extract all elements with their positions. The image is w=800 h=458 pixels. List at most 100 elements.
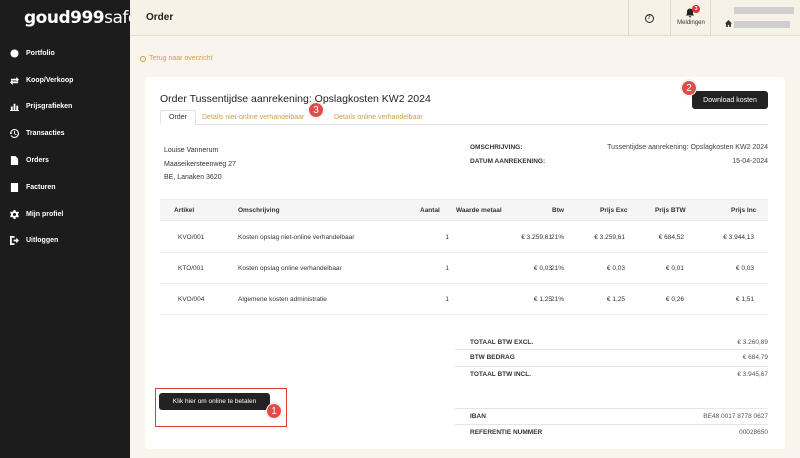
logo[interactable]: goud999safe [0, 0, 138, 36]
user-menu[interactable] [720, 0, 800, 36]
sidebar-item-label: Koop/Verkoop [26, 76, 74, 84]
sidebar-item-uitloggen[interactable]: Uitloggen [0, 228, 130, 255]
sidebar-item-label: Portfolio [26, 49, 55, 57]
sidebar-item-prijsgrafieken[interactable]: Prijsgrafieken [0, 94, 130, 121]
column-header: Omschrijving [238, 207, 280, 214]
invoice-icon [9, 182, 20, 193]
logo-text: goud999safe [24, 8, 138, 28]
cell-waarde: € 1,25 [533, 296, 552, 303]
cell-prijs-inc: € 0,03 [735, 265, 754, 272]
sidebar-item-mijn-profiel[interactable]: Mijn profiel [0, 201, 130, 228]
total-value: € 3.260,89 [737, 339, 768, 346]
cell-btw-pct: 21% [551, 265, 565, 272]
cell-aantal: 1 [445, 265, 449, 272]
total-value: € 684,79 [742, 354, 768, 361]
column-header: Prijs BTW [655, 207, 686, 214]
cell-omschrijving: Kosten opslag online verhandelbaar [238, 265, 342, 272]
notifications-button[interactable]: 3 Meldingen [671, 0, 709, 36]
help-icon: ? [644, 13, 654, 23]
sidebar-item-orders[interactable]: Orders [0, 147, 130, 174]
annotation-marker-3: 3 [308, 102, 324, 118]
column-header: Prijs Inc [731, 207, 757, 214]
home-icon [725, 20, 732, 27]
sidebar-item-facturen[interactable]: Facturen [0, 174, 130, 201]
user-name-redacted [734, 7, 794, 14]
back-arrow-icon: ‹ [140, 55, 146, 62]
sidebar-item-label: Orders [26, 157, 49, 165]
back-link[interactable]: ‹ Terug naar overzicht [140, 55, 212, 62]
tab-details-niet-online[interactable]: Details niet-online verhandelbaar [194, 110, 312, 125]
reference-label: REFERENTIE NUMMER [470, 429, 543, 436]
sidebar-item-koop-verkoop[interactable]: Koop/Verkoop [0, 67, 130, 94]
notifications-label: Meldingen [677, 20, 705, 26]
sidebar-item-portfolio[interactable]: Portfolio [0, 40, 130, 67]
iban-value: BE48 0017 8778 0627 [703, 413, 768, 420]
chart-icon [9, 101, 20, 112]
swap-icon [9, 75, 20, 86]
omschrijving-value: Tussentijdse aanrekening: Opslagkosten K… [607, 144, 768, 151]
total-label: TOTAAL BTW EXCL. [470, 339, 534, 346]
notification-badge: 3 [692, 5, 700, 13]
order-tabs: Order Details niet-online verhandelbaar … [160, 110, 768, 125]
annotation-marker-1: 1 [266, 403, 282, 419]
tab-order[interactable]: Order [160, 110, 196, 125]
total-label: BTW BEDRAG [470, 354, 515, 361]
cell-prijs-inc: € 1,51 [735, 296, 754, 303]
pay-online-button[interactable]: Klik hier om online te betalen [159, 393, 270, 410]
sidebar-item-label: Uitloggen [26, 237, 59, 245]
cell-artikel: KVO/001 [178, 234, 205, 241]
totals-row: BTW BEDRAG € 684,79 [455, 349, 768, 365]
totals-row: TOTAAL BTW INCL. € 3.945,67 [455, 366, 768, 382]
cell-prijs-btw: € 684,52 [658, 234, 684, 241]
cell-aantal: 1 [445, 296, 449, 303]
iban-label: IBAN [470, 413, 486, 420]
column-header: Prijs Exc [600, 207, 628, 214]
sidebar-nav: Portfolio Koop/Verkoop Prijsgrafieken Tr… [0, 40, 130, 254]
top-bar: Order ? 3 Meldingen [130, 0, 800, 36]
logout-icon [9, 235, 20, 246]
cell-waarde: € 3.259,61 [521, 234, 552, 241]
cell-prijs-inc: € 3.944,13 [723, 234, 754, 241]
user-company-redacted [734, 21, 790, 28]
download-costs-button[interactable]: Download kosten [692, 91, 768, 109]
history-icon [9, 128, 20, 139]
gear-icon [9, 209, 20, 220]
column-header: Artikel [174, 207, 195, 214]
total-value: € 3.945,67 [737, 371, 768, 378]
cell-omschrijving: Algemene kosten administratie [238, 296, 327, 303]
cell-prijs-exc: € 3.259,61 [594, 234, 625, 241]
sidebar: goud999safe Portfolio Koop/Verkoop Prijs… [0, 0, 138, 458]
sidebar-item-transacties[interactable]: Transacties [0, 120, 130, 147]
cell-artikel: KTO/001 [178, 265, 204, 272]
back-link-label: Terug naar overzicht [149, 55, 213, 62]
cell-aantal: 1 [445, 234, 449, 241]
cell-prijs-btw: € 0,01 [665, 265, 684, 272]
divider [710, 0, 711, 36]
order-title: Order Tussentijdse aanrekening: Opslagko… [160, 93, 431, 105]
table-header: Artikel Omschrijving Aantal Waarde metaa… [160, 199, 768, 221]
cell-prijs-exc: € 1,25 [606, 296, 625, 303]
address-line: Louise Vannerum [164, 147, 219, 154]
help-button[interactable]: ? [629, 0, 669, 36]
cell-prijs-exc: € 0,03 [606, 265, 625, 272]
table-row: KVO/004 Algemene kosten administratie 1 … [160, 284, 768, 315]
address-line: Maaseikersteenweg 27 [164, 160, 236, 168]
cell-btw-pct: 21% [551, 296, 565, 303]
tab-details-online[interactable]: Details online verhandelbaar [326, 110, 431, 125]
reference-value: 00028650 [739, 429, 768, 436]
billing-address: Louise Vannerum Maaseikersteenweg 27 BE,… [164, 144, 236, 185]
sidebar-item-label: Prijsgrafieken [26, 103, 73, 111]
sidebar-item-label: Facturen [26, 183, 56, 191]
omschrijving-label: OMSCHRIJVING: [470, 144, 523, 151]
address-line: BE, Lanaken 3620 [164, 174, 222, 181]
bank-row: REFERENTIE NUMMER 00028650 [455, 424, 768, 440]
annotation-marker-2: 2 [681, 80, 697, 96]
datum-value: 15-04-2024 [732, 158, 768, 165]
total-label: TOTAAL BTW INCL. [470, 371, 532, 378]
cell-artikel: KVO/004 [178, 296, 205, 303]
circle-icon [9, 48, 20, 59]
table-row: KTO/001 Kosten opslag online verhandelba… [160, 253, 768, 284]
cell-omschrijving: Kosten opslag niet-online verhandelbaar [238, 234, 355, 241]
table-row: KVO/001 Kosten opslag niet-online verhan… [160, 222, 768, 253]
column-header: Btw [552, 207, 564, 214]
